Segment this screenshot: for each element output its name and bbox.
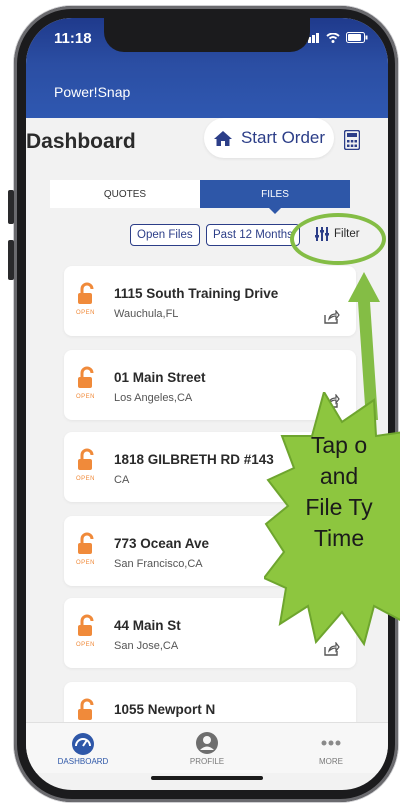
nav-label-dashboard: DASHBOARD bbox=[57, 757, 109, 766]
filter-highlight-ring bbox=[290, 213, 386, 265]
tab-files[interactable]: FILES bbox=[200, 180, 350, 214]
mute-switch bbox=[8, 190, 14, 224]
unlocked-padlock-icon bbox=[78, 282, 94, 304]
callout-line: File Ty bbox=[305, 494, 373, 520]
callout-line: Time bbox=[313, 525, 365, 551]
status-time: 11:18 bbox=[54, 30, 92, 47]
nav-label-more: MORE bbox=[319, 757, 343, 766]
tab-quotes-label: QUOTES bbox=[103, 188, 147, 200]
nav-item-profile[interactable]: PROFILE bbox=[172, 731, 242, 766]
unlocked-padlock-icon bbox=[78, 698, 94, 720]
battery-icon bbox=[346, 32, 368, 43]
unlocked-padlock-icon bbox=[78, 366, 94, 388]
phone-notch bbox=[104, 18, 310, 52]
file-city: San Francisco,CA bbox=[114, 558, 203, 570]
nav-item-dashboard[interactable]: DASHBOARD bbox=[48, 731, 118, 766]
app-bar: Power!Snap bbox=[26, 64, 388, 118]
more-icon bbox=[321, 740, 341, 746]
tab-quotes[interactable]: QUOTES bbox=[50, 180, 200, 208]
page-title: Dashboard bbox=[26, 130, 136, 153]
wifi-icon bbox=[326, 32, 340, 43]
callout-line: and bbox=[319, 463, 359, 489]
quotes-files-tabs: QUOTES FILES bbox=[50, 180, 350, 214]
unlocked-padlock-icon bbox=[78, 614, 94, 636]
file-city: CA bbox=[114, 474, 130, 486]
start-order-button[interactable]: Start Order bbox=[204, 118, 334, 158]
home-icon bbox=[213, 130, 232, 146]
file-address: 773 Ocean Ave bbox=[114, 536, 210, 551]
profile-icon bbox=[196, 732, 218, 754]
nav-label-profile: PROFILE bbox=[189, 757, 225, 766]
unlocked-padlock-icon bbox=[78, 532, 94, 554]
file-city: Los Angeles,CA bbox=[114, 392, 193, 404]
status-icons bbox=[304, 32, 368, 43]
nav-item-more[interactable]: MORE bbox=[296, 731, 366, 766]
unlocked-padlock-icon bbox=[78, 448, 94, 470]
open-files-label: Open Files bbox=[137, 229, 193, 241]
file-status-label: OPEN bbox=[76, 310, 96, 316]
bottom-nav: DASHBOARD PROFILE MORE bbox=[26, 722, 388, 773]
file-status-label: OPEN bbox=[76, 476, 96, 482]
file-status-label: OPEN bbox=[76, 394, 96, 400]
file-status-label: OPEN bbox=[76, 560, 96, 566]
period-label: Past 12 Months bbox=[213, 229, 293, 241]
file-address: 01 Main Street bbox=[114, 370, 206, 385]
calculator-icon[interactable] bbox=[344, 130, 360, 150]
past-12-months-chip[interactable]: Past 12 Months bbox=[206, 224, 300, 246]
volume-up-button bbox=[8, 240, 14, 280]
file-address: 1115 South Training Drive bbox=[114, 286, 279, 301]
app-name: Power!Snap bbox=[54, 84, 131, 100]
file-address: 44 Main St bbox=[114, 618, 181, 633]
callout-line: Tap o bbox=[310, 432, 368, 458]
file-city: San Jose,CA bbox=[114, 640, 179, 652]
home-indicator bbox=[151, 776, 263, 780]
start-order-label: Start Order bbox=[240, 128, 326, 147]
dashboard-icon bbox=[72, 733, 94, 755]
file-address: 1818 GILBRETH RD #143 bbox=[114, 452, 274, 467]
file-city: Wauchula,FL bbox=[114, 308, 179, 320]
tab-files-label: FILES bbox=[261, 188, 289, 200]
open-files-chip[interactable]: Open Files bbox=[130, 224, 200, 246]
file-address: 1055 Newport N bbox=[114, 702, 216, 717]
callout-text: Tap o and File Ty Time bbox=[264, 430, 400, 554]
file-status-label: OPEN bbox=[76, 642, 96, 648]
